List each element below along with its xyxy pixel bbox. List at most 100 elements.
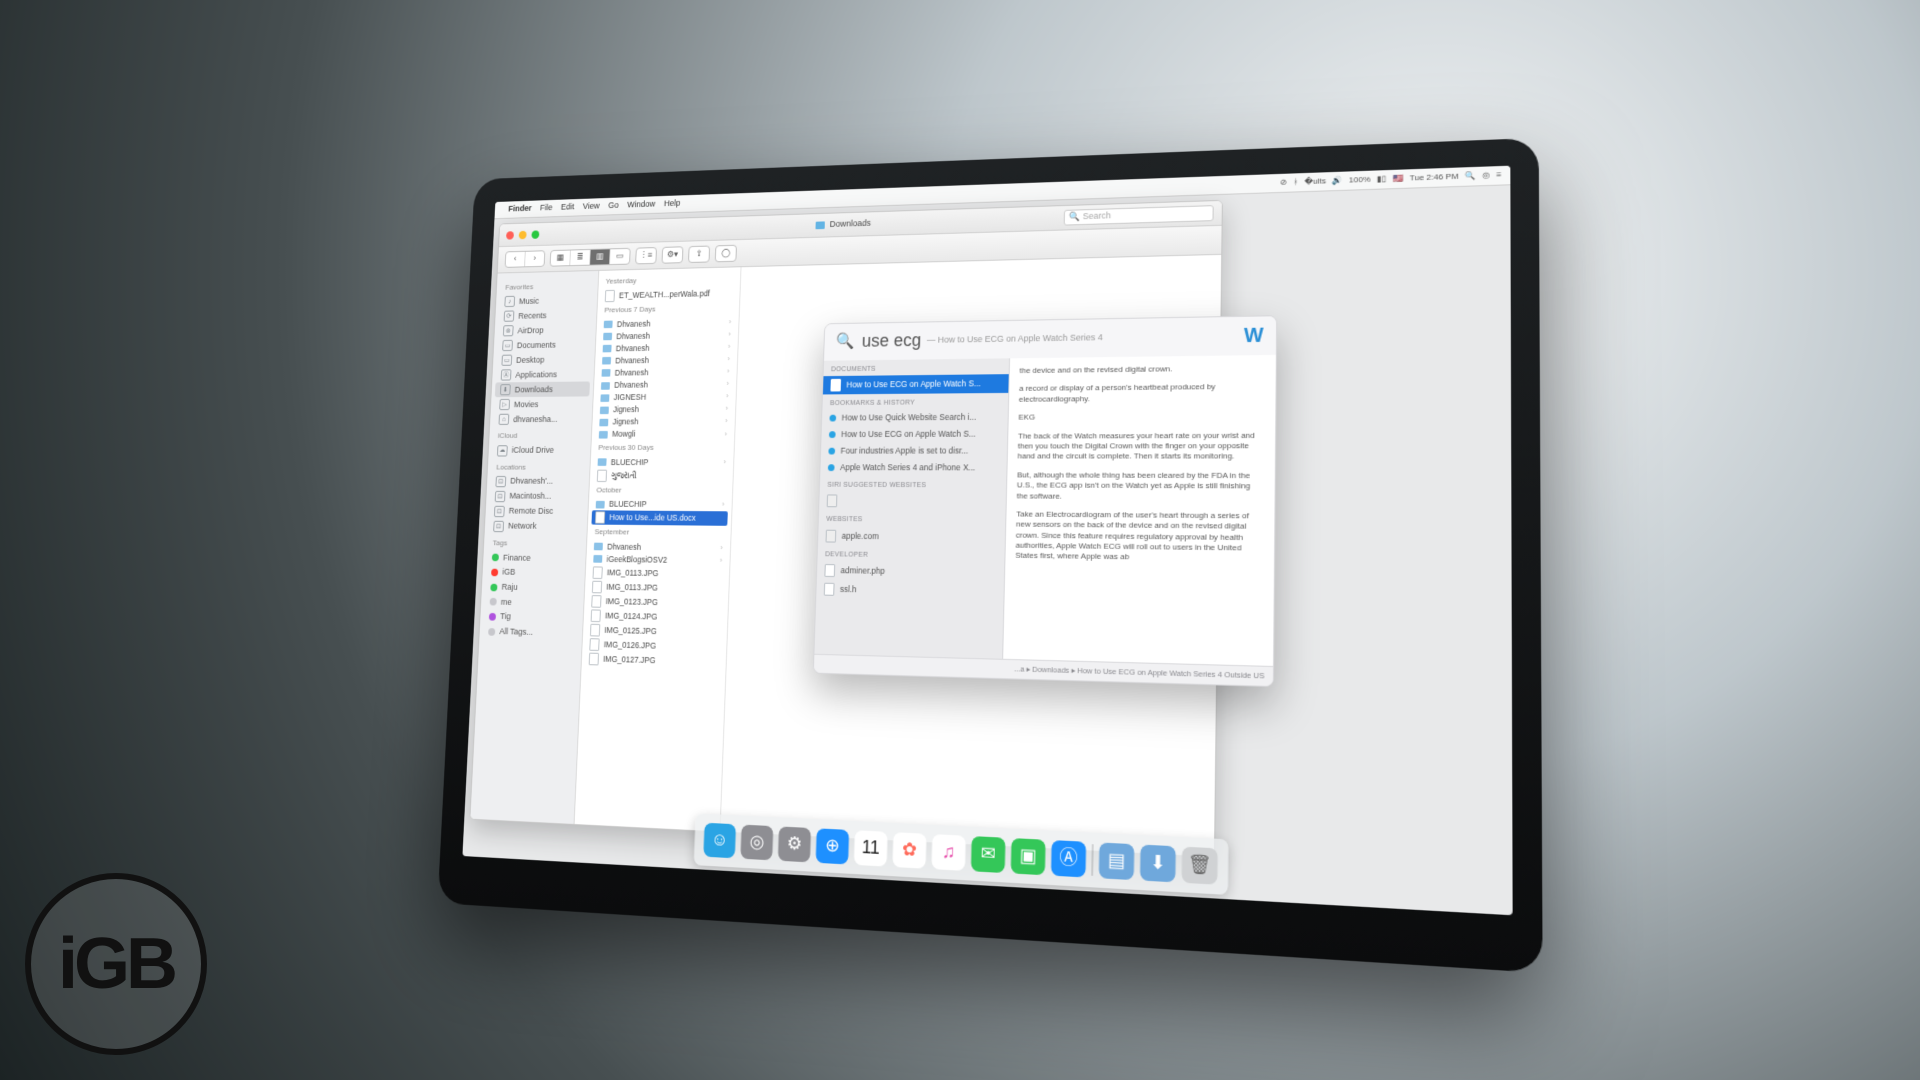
arrange-button[interactable]: ⋮≡ bbox=[636, 248, 656, 263]
dock-app-itunes[interactable]: ♫ bbox=[931, 834, 965, 871]
file-row[interactable]: How to Use...ide US.docx bbox=[591, 510, 727, 526]
finder-column: YesterdayET_WEALTH...perWala.pdfPrevious… bbox=[574, 267, 741, 833]
menubar-app[interactable]: Finder bbox=[508, 204, 532, 215]
file-icon bbox=[591, 595, 601, 608]
status-icon[interactable]: ⊘ bbox=[1280, 177, 1287, 188]
sidebar-item-label: Desktop bbox=[516, 355, 545, 366]
share-button[interactable]: ⇪ bbox=[689, 247, 709, 262]
spotlight-result[interactable]: How to Use Quick Website Search i... bbox=[822, 409, 1008, 427]
close-button[interactable] bbox=[506, 231, 514, 239]
menubar-edit[interactable]: Edit bbox=[561, 202, 575, 213]
spotlight-result[interactable]: How to Use ECG on Apple Watch S... bbox=[823, 374, 1009, 394]
sidebar-item[interactable]: ⊡Macintosh... bbox=[486, 489, 589, 505]
file-row[interactable]: IMG_0127.JPG bbox=[582, 651, 727, 670]
menubar-window[interactable]: Window bbox=[627, 199, 655, 211]
file-name: Dhvanesh bbox=[615, 355, 649, 366]
action-button[interactable]: ⚙▾ bbox=[662, 247, 682, 262]
spotlight-path-text: ...a ▸ Downloads ▸ How to Use ECG on App… bbox=[1014, 664, 1265, 681]
dock-app-messages[interactable]: ✉ bbox=[971, 836, 1006, 873]
sidebar-item-icon: ⊚ bbox=[503, 326, 514, 337]
spotlight-result-label: How to Use Quick Website Search i... bbox=[841, 412, 976, 424]
sidebar-item[interactable]: ▷Movies bbox=[491, 397, 593, 413]
column-view-button[interactable]: ▥ bbox=[590, 249, 611, 264]
tag-dot-icon bbox=[491, 569, 498, 577]
volume-icon[interactable]: 🔊 bbox=[1332, 176, 1343, 187]
file-row[interactable]: BLUECHIP› bbox=[590, 456, 733, 469]
dock-app-appstore[interactable]: Ⓐ bbox=[1051, 840, 1086, 877]
tags-button[interactable]: ◯ bbox=[716, 246, 736, 262]
minimize-button[interactable] bbox=[519, 230, 527, 238]
back-button[interactable]: ‹ bbox=[506, 252, 526, 267]
dock-app-safari[interactable]: ⊕ bbox=[816, 828, 850, 864]
folder-icon bbox=[601, 370, 610, 378]
sidebar-item[interactable]: ▭Desktop bbox=[493, 352, 595, 368]
notification-center-icon[interactable]: ≡ bbox=[1496, 170, 1501, 181]
battery-icon[interactable]: ▮▯ bbox=[1377, 174, 1386, 185]
file-row[interactable]: JIGNESH› bbox=[593, 390, 736, 403]
spotlight-search-bar[interactable]: 🔍 use ecg — How to Use ECG on Apple Watc… bbox=[824, 316, 1276, 361]
forward-button[interactable]: › bbox=[525, 251, 544, 266]
bluetooth-icon[interactable]: ᚼ bbox=[1293, 177, 1298, 188]
list-view-button[interactable]: ≣ bbox=[570, 250, 590, 265]
zoom-button[interactable] bbox=[531, 230, 539, 238]
spotlight-result-label: Four industries Apple is set to disr... bbox=[840, 446, 968, 457]
file-name: ગુજરાતી bbox=[611, 470, 637, 481]
chevron-right-icon: › bbox=[727, 367, 730, 377]
sidebar-tag[interactable]: All Tags... bbox=[479, 624, 582, 641]
spotlight-query[interactable]: use ecg bbox=[861, 330, 921, 354]
folder-icon bbox=[598, 458, 607, 466]
file-row[interactable]: Mowgli› bbox=[592, 428, 735, 441]
sidebar-item[interactable]: ⊡Dhvanesh'... bbox=[487, 474, 589, 489]
menubar-file[interactable]: File bbox=[540, 203, 553, 214]
flag-icon[interactable]: 🇺🇸 bbox=[1393, 173, 1404, 184]
dock-app-facetime[interactable]: ▣ bbox=[1011, 838, 1046, 875]
dock-app-settings[interactable]: ⚙ bbox=[778, 826, 811, 862]
sidebar-item[interactable]: ⬇Downloads bbox=[495, 382, 590, 398]
sidebar-item[interactable]: ⒶApplications bbox=[492, 367, 594, 383]
spotlight-result[interactable]: How to Use ECG on Apple Watch S... bbox=[821, 426, 1007, 443]
menubar-help[interactable]: Help bbox=[664, 198, 681, 209]
dock-app-preview[interactable]: ▤ bbox=[1099, 842, 1135, 880]
sidebar-item-label: dhvanesha... bbox=[513, 414, 558, 425]
file-group-header: Previous 30 Days bbox=[591, 440, 734, 456]
dock-app-calendar[interactable]: 11 bbox=[854, 830, 888, 866]
dock-app-photos[interactable]: ✿ bbox=[892, 832, 926, 869]
dock-app-trash[interactable]: 🗑 bbox=[1182, 847, 1218, 885]
sidebar-item[interactable]: ⌂dhvanesha... bbox=[490, 412, 592, 427]
sidebar-item[interactable]: ▭Documents bbox=[494, 337, 596, 353]
sidebar-item[interactable]: ⊚AirDrop bbox=[494, 322, 596, 339]
menubar-go[interactable]: Go bbox=[608, 200, 619, 211]
wifi-icon[interactable]: �ults bbox=[1304, 176, 1326, 187]
gallery-view-button[interactable]: ▭ bbox=[610, 249, 630, 264]
spotlight-result[interactable] bbox=[819, 492, 1006, 512]
spotlight-result[interactable]: ssl.h bbox=[816, 579, 1004, 601]
sidebar-item-label: Documents bbox=[517, 340, 556, 351]
dock-app-downloads[interactable]: ⬇ bbox=[1140, 845, 1176, 883]
sidebar-item[interactable]: ☁iCloud Drive bbox=[488, 443, 590, 458]
file-name: IMG_0127.JPG bbox=[603, 654, 656, 666]
search-placeholder: Search bbox=[1083, 211, 1111, 223]
chevron-right-icon: › bbox=[723, 457, 726, 467]
file-name: How to Use...ide US.docx bbox=[609, 512, 696, 523]
sidebar-item[interactable]: ⊡Network bbox=[485, 519, 588, 535]
finder-search[interactable]: 🔍 Search bbox=[1064, 205, 1214, 225]
siri-icon[interactable]: ◎ bbox=[1482, 170, 1490, 181]
sidebar-item[interactable]: ⊡Remote Disc bbox=[485, 504, 588, 520]
menubar-view[interactable]: View bbox=[583, 201, 600, 212]
file-row[interactable]: BLUECHIP› bbox=[589, 498, 732, 511]
menubar-clock[interactable]: Tue 2:46 PM bbox=[1410, 171, 1459, 183]
sidebar-tag[interactable]: Finance bbox=[483, 550, 586, 566]
spotlight-result[interactable]: apple.com bbox=[818, 526, 1005, 547]
spotlight-result[interactable]: Apple Watch Series 4 and iPhone X... bbox=[820, 460, 1007, 477]
dock-app-finder[interactable]: ☺ bbox=[703, 823, 736, 859]
file-row[interactable]: Jignesh› bbox=[593, 403, 736, 416]
file-row[interactable]: ગુજરાતી bbox=[590, 468, 733, 483]
chevron-right-icon: › bbox=[728, 330, 731, 340]
icon-view-button[interactable]: ▦ bbox=[551, 250, 571, 265]
dock-app-launchpad[interactable]: ◎ bbox=[740, 825, 773, 861]
file-icon bbox=[592, 580, 602, 593]
file-icon bbox=[593, 566, 603, 579]
spotlight-icon[interactable]: 🔍 bbox=[1465, 171, 1476, 182]
file-row[interactable]: Jignesh› bbox=[592, 415, 735, 428]
spotlight-result[interactable]: Four industries Apple is set to disr... bbox=[821, 443, 1007, 460]
